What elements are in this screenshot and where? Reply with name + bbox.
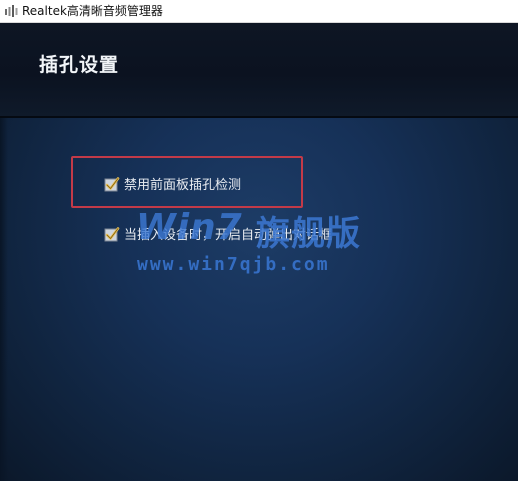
- disable-front-panel-detection-checkbox[interactable]: 禁用前面板插孔检测: [104, 174, 241, 193]
- watermark-url: www.win7qjb.com: [137, 254, 330, 275]
- panel-edge-shadow: [0, 118, 8, 481]
- watermark-logo: Win7: [136, 207, 243, 248]
- window-titlebar[interactable]: Realtek高清晰音频管理器: [0, 0, 518, 23]
- speaker-bars-icon: [4, 4, 18, 18]
- page-title: 插孔设置: [39, 54, 120, 76]
- checkbox-checked-icon: [104, 176, 120, 192]
- header-band: 插孔设置: [0, 23, 518, 116]
- option-label: 禁用前面板插孔检测: [124, 178, 242, 193]
- watermark-logo-cn: 旗舰版: [256, 214, 361, 254]
- window-title: Realtek高清晰音频管理器: [22, 3, 163, 18]
- checkbox-checked-icon: [104, 226, 120, 242]
